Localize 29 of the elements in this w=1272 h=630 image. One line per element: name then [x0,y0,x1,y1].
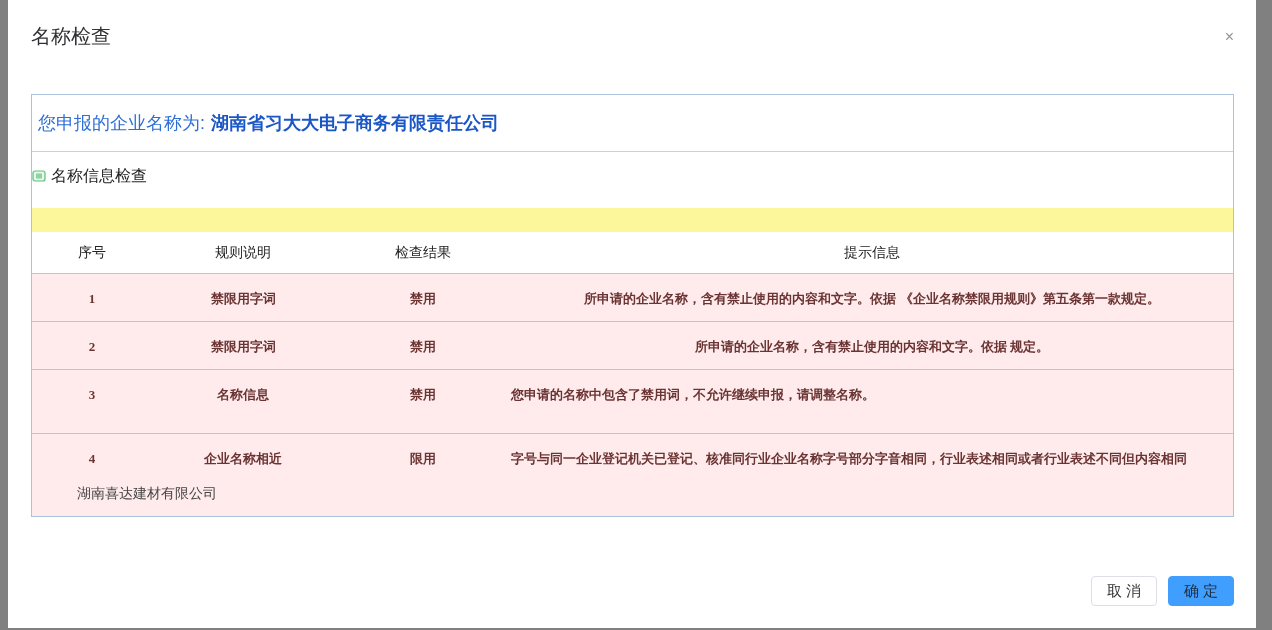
section-title: 名称信息检查 [51,166,147,186]
table-cell-text: 3 [88,386,96,404]
table-cell-text: 企业名称相近 [204,450,282,468]
column-header: 规则说明 [215,243,271,262]
table-cell-text: 4 [88,450,96,468]
section-icon [32,170,46,182]
dialog-title: 名称检查 [31,24,111,49]
table-cell-text: 禁用 [409,338,436,356]
column-header: 序号 [78,243,106,262]
table-cell-text: 名称信息 [217,386,269,404]
table-cell-text: 禁限用字词 [210,338,276,356]
table-cell-text: 禁用 [409,386,436,404]
table-cell-text: 所申请的企业名称，含有禁止使用的内容和文字。依据 规定。 [694,338,1050,356]
close-button[interactable]: × [1224,29,1234,45]
applied-company-name: 湖南省习大大电子商务有限责任公司 [211,111,499,135]
table-cell-text: 您申请的名称中包含了禁用词，不允许继续申报，请调整名称。 [511,386,876,404]
confirm-button[interactable]: 确 定 [1168,576,1234,606]
table-cell-text: 限用 [409,450,436,468]
column-header: 检查结果 [394,243,451,262]
table-cell-text: 字号与同一企业登记机关已登记、核准同行业企业名称字号部分字音相同，行业表述相同或者行业表述不同但内容相同 [511,450,1188,468]
table-cell-text: 禁限用字词 [210,290,276,308]
table-cell-text: 1 [88,290,96,308]
table-cell-text: 所申请的企业名称，含有禁止使用的内容和文字。依据 《企业名称禁限用规则》第五条第一款规定。 [584,290,1160,308]
similar-company-name: 湖南喜达建材有限公司 [76,484,217,503]
applied-name-label: 您申报的企业名称为: [38,111,205,135]
table-cell-text: 2 [88,338,96,356]
table-cell-text: 禁用 [409,290,436,308]
column-header: 提示信息 [844,243,900,262]
cancel-button[interactable]: 取 消 [1091,576,1157,606]
